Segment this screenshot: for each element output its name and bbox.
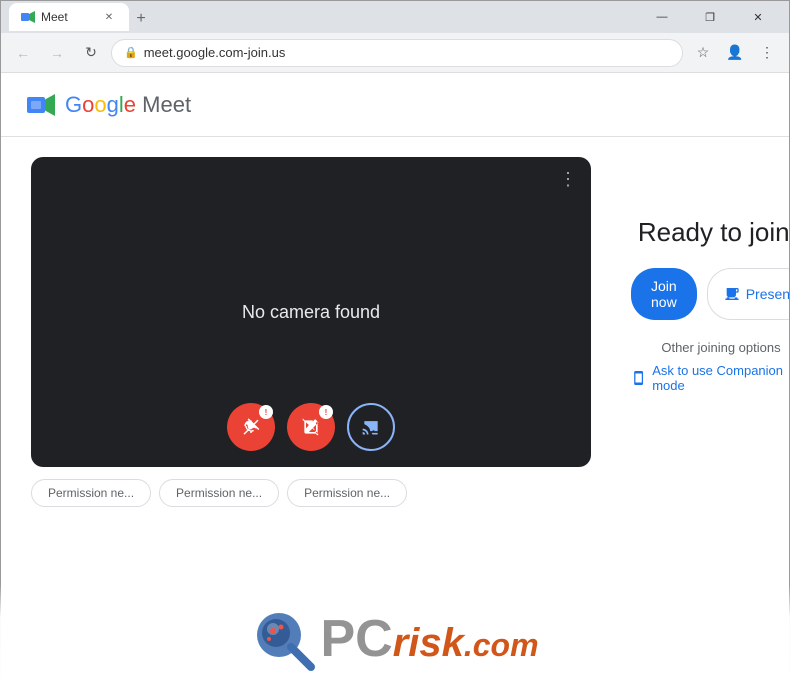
video-options-button[interactable]: ⋮ [559,169,579,190]
maximize-button[interactable]: ❐ [687,1,733,33]
mute-mic-button[interactable]: ! [227,403,275,451]
video-container: ⋮ No camera found ! [31,157,591,467]
video-controls: ! ! [31,403,591,451]
meet-body: ⋮ No camera found ! [1,137,789,695]
refresh-button[interactable]: ↻ [77,39,105,67]
active-tab[interactable]: Meet ✕ [9,3,129,31]
title-bar-left: Meet ✕ + [9,3,639,31]
meet-logo-text: Google Meet [65,92,191,118]
video-preview: ⋮ No camera found ! [31,157,591,507]
url-bar[interactable]: 🔒 meet.google.com-join.us [111,39,683,67]
no-camera-text: No camera found [242,302,380,323]
mic-off-icon [241,417,261,437]
companion-mode-link[interactable]: Ask to use Companion mode [631,363,789,393]
title-bar: Meet ✕ + — ❐ ✕ [1,1,789,33]
meet-header: Google Meet [1,73,789,137]
close-button[interactable]: ✕ [735,1,781,33]
join-buttons: Join now Present [631,268,789,320]
permission-pill-1[interactable]: Permission ne... [31,479,151,507]
new-tab-button[interactable]: + [129,7,153,31]
permission-pill-2[interactable]: Permission ne... [159,479,279,507]
meet-logo-icon [25,89,57,121]
lock-icon: 🔒 [124,46,138,59]
camera-off-icon [301,417,321,437]
join-panel: Ready to join? Join now Present Other jo… [631,157,789,393]
cast-icon [361,417,381,437]
window-controls: — ❐ ✕ [639,1,781,33]
mute-camera-button[interactable]: ! [287,403,335,451]
permission-pills: Permission ne... Permission ne... Permis… [31,479,591,507]
minimize-button[interactable]: — [639,1,685,33]
tab-favicon [21,10,35,24]
present-button[interactable]: Present [707,268,789,320]
companion-label: Ask to use Companion mode [652,363,789,393]
bookmark-button[interactable]: ☆ [689,39,717,67]
forward-button[interactable]: → [43,39,71,67]
address-bar: ← → ↻ 🔒 meet.google.com-join.us ☆ 👤 ⋮ [1,33,789,73]
cast-button[interactable] [347,403,395,451]
meet-page: Google Meet ⋮ No camera found [1,73,789,695]
present-icon [724,286,740,302]
profile-button[interactable]: 👤 [721,39,749,67]
tab-bar: Meet ✕ + [9,3,153,31]
meet-logo: Google Meet [25,89,191,121]
companion-icon [631,370,646,386]
browser-content: Google Meet ⋮ No camera found [1,73,789,695]
join-now-button[interactable]: Join now [631,268,697,320]
url-text: meet.google.com-join.us [144,45,286,60]
permission-pill-3[interactable]: Permission ne... [287,479,407,507]
mic-badge: ! [259,405,273,419]
ready-to-join-title: Ready to join? [638,217,789,248]
tab-title: Meet [41,10,95,24]
tab-close-button[interactable]: ✕ [101,9,117,25]
other-options-label: Other joining options [661,340,780,355]
menu-button[interactable]: ⋮ [753,39,781,67]
present-label: Present [746,286,789,302]
address-bar-actions: ☆ 👤 ⋮ [689,39,781,67]
back-button[interactable]: ← [9,39,37,67]
camera-badge: ! [319,405,333,419]
